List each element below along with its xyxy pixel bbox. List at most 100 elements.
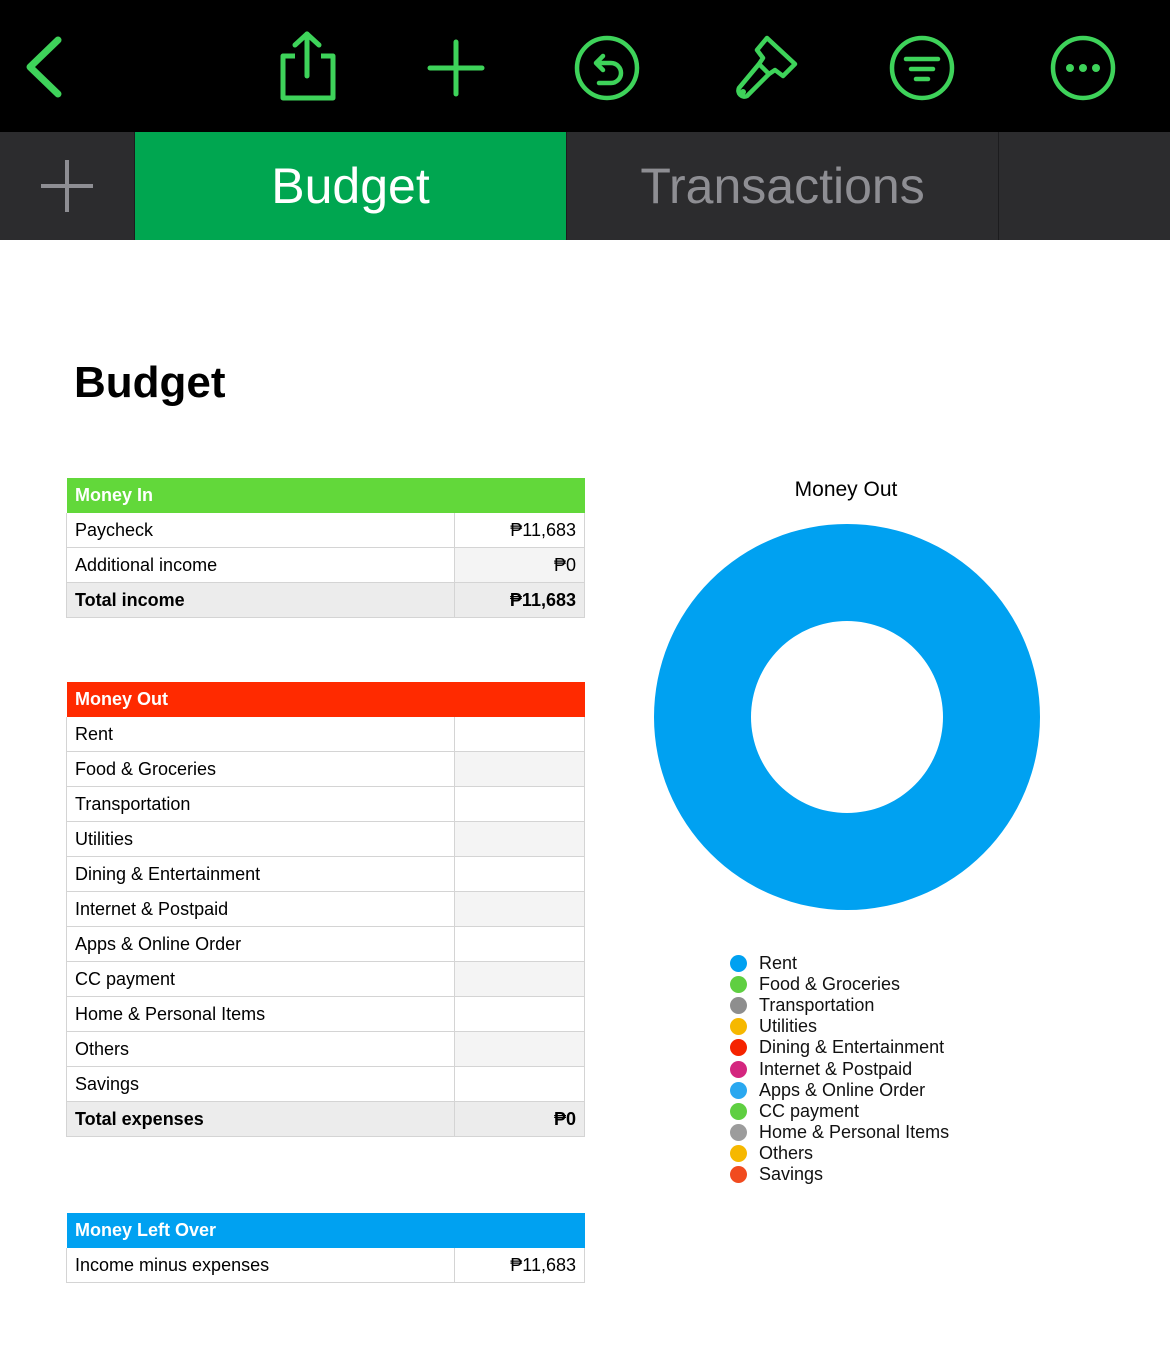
row-label[interactable]: Additional income: [66, 547, 455, 583]
row-label[interactable]: Home & Personal Items: [66, 996, 455, 1032]
donut-chart[interactable]: [654, 524, 1040, 910]
more-button[interactable]: [1045, 30, 1121, 106]
legend-label: Home & Personal Items: [759, 1121, 950, 1142]
row-label[interactable]: Savings: [66, 1066, 455, 1102]
legend-label: Food & Groceries: [759, 974, 901, 995]
legend-item: Apps & Online Order: [730, 1080, 949, 1101]
legend-label: CC payment: [759, 1100, 860, 1121]
row-label[interactable]: Income minus expenses: [66, 1247, 455, 1283]
row-value[interactable]: [454, 821, 585, 857]
legend-item: CC payment: [730, 1101, 949, 1122]
row-value[interactable]: ₱0: [454, 547, 585, 583]
sheet-tab-bar: Budget Transactions: [0, 132, 1170, 240]
total-value[interactable]: ₱0: [454, 1101, 585, 1137]
filter-icon: [889, 35, 955, 101]
table-row: Additional income ₱0: [66, 547, 585, 583]
total-row: Total income ₱11,683: [66, 582, 585, 618]
legend-label: Others: [759, 1142, 814, 1163]
legend-label: Internet & Postpaid: [759, 1058, 913, 1079]
legend-label: Rent: [759, 953, 798, 974]
row-label[interactable]: Transportation: [66, 786, 455, 822]
legend-item: Home & Personal Items: [730, 1122, 949, 1143]
legend-swatch: [730, 1144, 747, 1162]
money-in-title: Money In: [75, 484, 154, 505]
format-button[interactable]: [727, 30, 803, 106]
money-out-table: Money Out Rent Food & Groceries Transpor…: [66, 681, 585, 1137]
row-value[interactable]: ₱11,683: [454, 512, 585, 548]
total-row: Total expenses ₱0: [66, 1101, 585, 1137]
legend-swatch: [730, 1081, 747, 1099]
table-row: Rent: [66, 716, 585, 752]
chart-legend: Rent Food & Groceries Transportation Utilit…: [730, 953, 949, 1185]
row-value[interactable]: [454, 716, 585, 752]
row-value[interactable]: [454, 786, 585, 822]
row-label[interactable]: Apps & Online Order: [66, 926, 455, 962]
donut-slice-rent[interactable]: [654, 524, 1040, 910]
legend-label: Transportation: [759, 995, 875, 1016]
legend-swatch: [730, 1165, 747, 1183]
legend-swatch: [730, 1060, 747, 1078]
row-value[interactable]: [454, 751, 585, 787]
row-label[interactable]: Paycheck: [66, 512, 455, 548]
legend-item: Transportation: [730, 995, 949, 1016]
legend-swatch: [730, 976, 747, 994]
legend-item: Utilities: [730, 1016, 949, 1037]
legend-swatch: [730, 1123, 747, 1141]
table-row: Savings: [66, 1066, 585, 1102]
table-row: CC payment: [66, 961, 585, 997]
legend-label: Apps & Online Order: [759, 1079, 926, 1100]
total-label[interactable]: Total income: [66, 582, 455, 618]
total-value[interactable]: ₱11,683: [454, 582, 585, 618]
row-value[interactable]: [454, 891, 585, 927]
add-sheet-button[interactable]: [0, 132, 134, 240]
row-value[interactable]: [454, 1066, 585, 1102]
row-label[interactable]: Food & Groceries: [66, 751, 455, 787]
table-row: Food & Groceries: [66, 751, 585, 787]
tab-budget[interactable]: Budget: [135, 132, 566, 240]
row-label[interactable]: Others: [66, 1031, 455, 1067]
tab-transactions[interactable]: Transactions: [567, 132, 998, 240]
back-button[interactable]: [8, 30, 84, 106]
table-row: Utilities: [66, 821, 585, 857]
legend-item: Others: [730, 1143, 949, 1164]
legend-item: Food & Groceries: [730, 974, 949, 995]
money-out-title: Money Out: [75, 688, 168, 709]
add-button[interactable]: [418, 30, 494, 106]
paintbrush-icon: [736, 35, 798, 99]
legend-item: Dining & Entertainment: [730, 1037, 949, 1058]
row-value[interactable]: ₱11,683: [454, 1247, 585, 1283]
more-icon: [1050, 35, 1116, 101]
row-value[interactable]: [454, 961, 585, 997]
row-label[interactable]: Utilities: [66, 821, 455, 857]
undo-icon: [574, 35, 640, 101]
toolbar: [0, 0, 1170, 132]
table-row: Dining & Entertainment: [66, 856, 585, 892]
row-value[interactable]: [454, 856, 585, 892]
money-in-header: Money In: [66, 477, 585, 513]
legend-item: Savings: [730, 1164, 949, 1185]
row-label[interactable]: Rent: [66, 716, 455, 752]
table-row: Income minus expenses ₱11,683: [66, 1247, 585, 1283]
legend-label: Dining & Entertainment: [759, 1037, 945, 1058]
row-label[interactable]: Internet & Postpaid: [66, 891, 455, 927]
share-button[interactable]: [269, 30, 345, 106]
money-out-header: Money Out: [66, 681, 585, 717]
tab-bar-empty: [999, 132, 1170, 240]
row-label[interactable]: CC payment: [66, 961, 455, 997]
row-value[interactable]: [454, 1031, 585, 1067]
organize-button[interactable]: [884, 30, 960, 106]
legend-label: Utilities: [759, 1016, 818, 1037]
row-label[interactable]: Dining & Entertainment: [66, 856, 455, 892]
table-row: Transportation: [66, 786, 585, 822]
money-in-table: Money In Paycheck ₱11,683 Additional inc…: [66, 477, 585, 618]
row-value[interactable]: [454, 996, 585, 1032]
legend-item: Internet & Postpaid: [730, 1058, 949, 1079]
money-left-header: Money Left Over: [66, 1212, 585, 1248]
undo-button[interactable]: [569, 30, 645, 106]
table-row: Home & Personal Items: [66, 996, 585, 1032]
plus-icon: [41, 160, 93, 212]
page-title: Budget: [74, 358, 226, 407]
total-label[interactable]: Total expenses: [66, 1101, 455, 1137]
legend-swatch: [730, 997, 747, 1015]
row-value[interactable]: [454, 926, 585, 962]
